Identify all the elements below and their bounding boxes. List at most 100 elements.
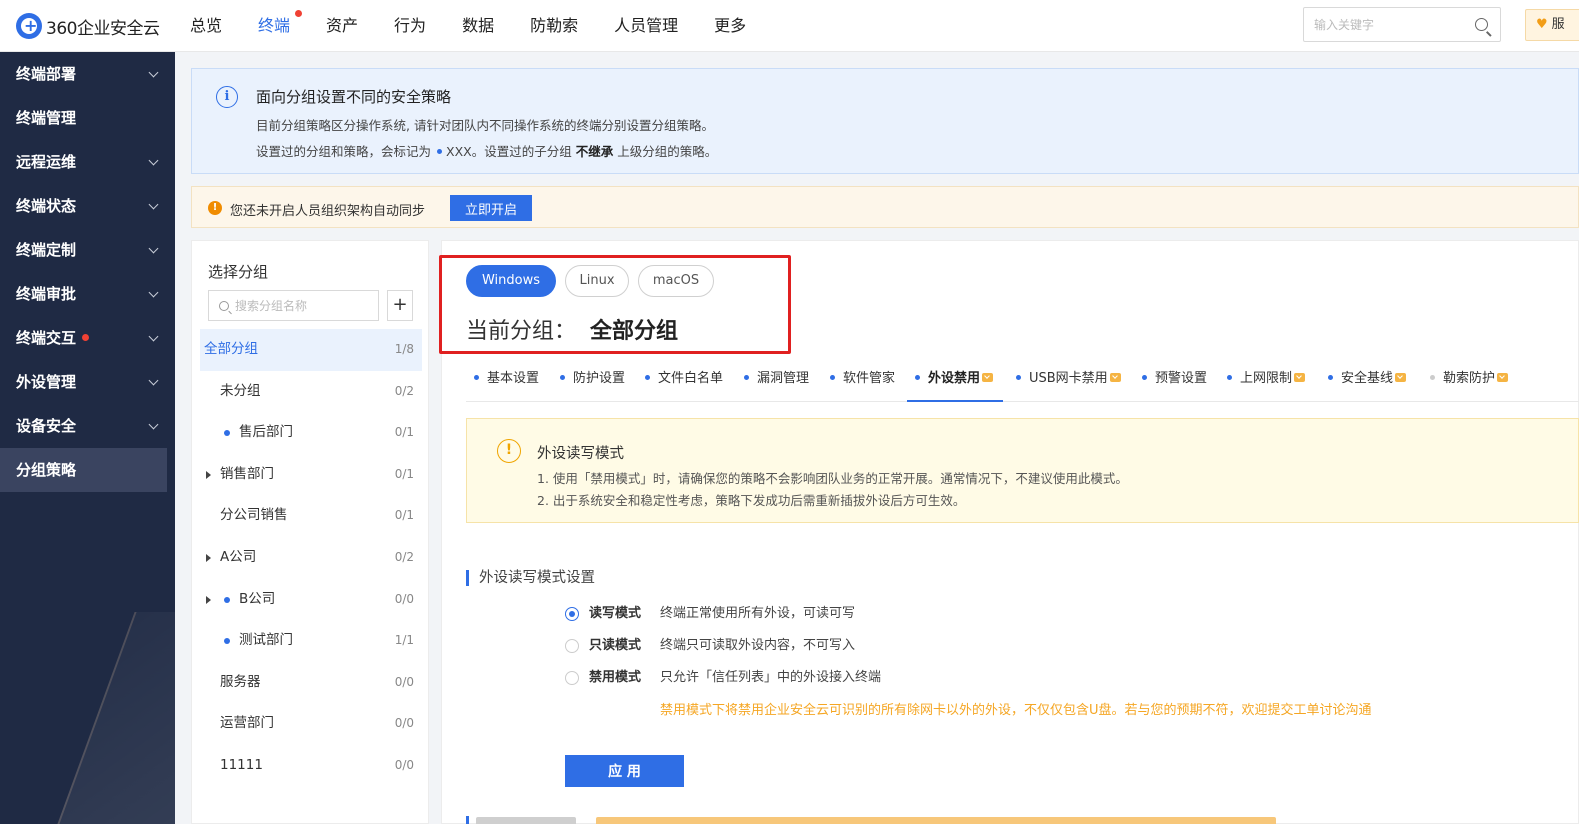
nav-item[interactable]: 防勒索: [512, 0, 596, 52]
sidebar-item[interactable]: 终端审批: [0, 272, 175, 316]
nav-item[interactable]: 总览: [172, 0, 240, 52]
nav-item-label: 人员管理: [614, 16, 679, 35]
mode-option[interactable]: 禁用模式 只允许「信任列表」中的外设接入终端: [565, 667, 1065, 689]
chevron-down-icon: [148, 155, 159, 166]
policy-tab[interactable]: 外设禁用: [907, 360, 1004, 402]
tree-row[interactable]: 分公司销售 0/1: [200, 495, 422, 537]
sidebar-item[interactable]: 终端管理: [0, 96, 175, 140]
tree-row[interactable]: 销售部门 0/1: [200, 454, 422, 496]
section-bar: [466, 816, 469, 824]
warning-text: 您还未开启人员组织架构自动同步: [230, 204, 426, 219]
tree-row-count: 0/1: [394, 425, 414, 440]
tree-row[interactable]: 运营部门 0/0: [200, 703, 422, 745]
tree-row[interactable]: 售后部门 0/1: [200, 412, 422, 454]
tree-row[interactable]: 服务器 0/0: [200, 662, 422, 704]
sidebar-item[interactable]: 终端定制: [0, 228, 175, 272]
caret-right-icon[interactable]: [206, 470, 211, 479]
tree-row[interactable]: A公司 0/2: [200, 537, 422, 579]
enable-sync-button[interactable]: 立即开启: [450, 195, 532, 221]
mode-option[interactable]: 只读模式 终端只可读取外设内容，不可写入: [565, 635, 1065, 657]
sidebar-item[interactable]: 分组策略: [0, 448, 167, 492]
policy-tab-label: 外设禁用: [928, 371, 981, 386]
group-panel-title: 选择分组: [208, 263, 269, 281]
os-tab[interactable]: Linux: [565, 265, 629, 297]
sidebar-item[interactable]: 设备安全: [0, 404, 175, 448]
mode-label: 禁用模式: [589, 670, 642, 685]
logo[interactable]: 360企业安全云: [16, 12, 160, 40]
sidebar-item[interactable]: 远程运维: [0, 140, 175, 184]
radio-button[interactable]: [565, 671, 579, 685]
tree-row-label: A公司: [220, 548, 257, 565]
nav-item-label: 数据: [462, 16, 495, 35]
caret-right-icon[interactable]: [206, 595, 211, 604]
nav-item[interactable]: 人员管理: [596, 0, 696, 52]
bullet-icon: [437, 149, 443, 154]
mode-option[interactable]: 读写模式 终端正常使用所有外设，可读可写: [565, 603, 1065, 625]
sidebar-item-label: 远程运维: [16, 153, 77, 171]
policy-tab-label: 防护设置: [573, 371, 626, 386]
tree-row-label: 销售部门: [220, 465, 274, 482]
tree-row[interactable]: 全部分组 1/8: [200, 329, 422, 371]
global-search-input[interactable]: [1304, 8, 1464, 41]
os-tab[interactable]: macOS: [638, 265, 714, 297]
sidebar-item[interactable]: 外设管理: [0, 360, 175, 404]
group-search-input[interactable]: [235, 291, 375, 320]
nav-item[interactable]: 更多: [696, 0, 764, 52]
sidebar-item-label: 外设管理: [16, 373, 77, 391]
vip-badge-icon: [1497, 373, 1509, 382]
tree-row-label: 全部分组: [204, 341, 258, 357]
policy-tab[interactable]: 勒索防护: [1430, 360, 1509, 402]
search-icon[interactable]: [1475, 18, 1488, 31]
group-search: [208, 290, 379, 321]
nav-item-label: 终端: [258, 16, 291, 35]
radio-button[interactable]: [565, 607, 579, 621]
nav-item-label: 防勒索: [530, 16, 579, 35]
notice-line1: 1. 使用「禁用模式」时，请确保您的策略不会影响团队业务的正常开展。通常情况下，…: [537, 471, 1128, 486]
logo-text: 360企业安全云: [46, 18, 160, 39]
caret-right-icon[interactable]: [206, 553, 211, 562]
apply-button[interactable]: 应 用: [565, 755, 684, 787]
tree-row-count: 0/1: [394, 508, 414, 523]
tree-row[interactable]: 测试部门 1/1: [200, 620, 422, 662]
tree-row-count: 0/2: [394, 383, 414, 398]
policy-tab[interactable]: 防护设置: [560, 360, 625, 402]
sidebar-item-label: 终端交互: [16, 329, 77, 347]
sidebar-item[interactable]: 终端交互: [0, 316, 175, 360]
group-tree: 全部分组 1/8 未分组 0/2 售后部门 0/1 销售部门 0/1 分公司销售 0/1 A公司 0/…: [200, 329, 422, 787]
policy-tab-label: 基本设置: [487, 371, 540, 386]
policy-tab[interactable]: 预警设置: [1142, 360, 1207, 402]
nav-item[interactable]: 数据: [444, 0, 512, 52]
nav-item-label: 总览: [190, 16, 223, 35]
policy-tab-label: 漏洞管理: [757, 371, 810, 386]
sidebar-item-label: 终端部署: [16, 65, 77, 83]
tree-row[interactable]: 11111 0/0: [200, 745, 422, 787]
policy-tabs: 基本设置 防护设置 文件白名单 漏洞管理 软件管家 外设禁用 USB网卡禁用 预警设置 上网限制…: [466, 360, 1579, 402]
nav-item[interactable]: 行为: [376, 0, 444, 52]
nav-item-label: 资产: [326, 16, 359, 35]
sidebar-item-label: 设备安全: [16, 417, 77, 435]
policy-tab[interactable]: 安全基线: [1328, 360, 1407, 402]
service-button[interactable]: ♥ 服: [1525, 9, 1579, 41]
info-line1: 目前分组策略区分操作系统, 请针对团队内不同操作系统的终端分别设置分组策略。: [256, 118, 714, 133]
tree-row-count: 0/0: [394, 716, 414, 731]
add-group-button[interactable]: +: [387, 290, 413, 321]
policy-tab[interactable]: 上网限制: [1227, 360, 1306, 402]
policy-tab-label: USB网卡禁用: [1029, 371, 1108, 386]
sidebar-item[interactable]: 终端部署: [0, 52, 175, 96]
tree-row[interactable]: 未分组 0/2: [200, 371, 422, 413]
radio-button[interactable]: [565, 639, 579, 653]
status-dot-icon: [1016, 375, 1021, 380]
policy-tab[interactable]: 软件管家: [830, 360, 895, 402]
policy-tab[interactable]: 漏洞管理: [744, 360, 809, 402]
nav-item[interactable]: 资产: [308, 0, 376, 52]
tree-row[interactable]: B公司 0/0: [200, 579, 422, 621]
nav-item-label: 更多: [714, 16, 747, 35]
policy-tab[interactable]: 文件白名单: [645, 360, 723, 402]
policy-tab[interactable]: 基本设置: [474, 360, 539, 402]
nav-item[interactable]: 终端: [240, 0, 309, 52]
sidebar-item[interactable]: 终端状态: [0, 184, 175, 228]
policy-tab[interactable]: USB网卡禁用: [1016, 360, 1121, 402]
os-tab[interactable]: Windows: [466, 265, 556, 297]
status-dot-icon: [1227, 375, 1232, 380]
configured-dot-icon: [224, 430, 230, 437]
